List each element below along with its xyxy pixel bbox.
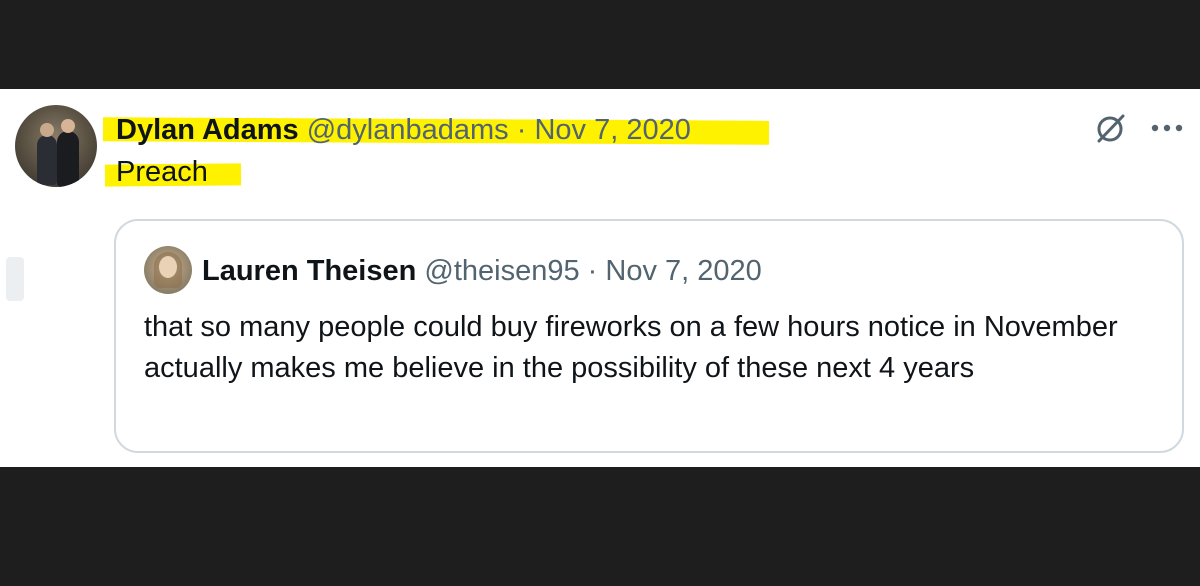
- grok-icon[interactable]: [1094, 111, 1128, 145]
- more-options-icon[interactable]: [1150, 123, 1184, 133]
- quoted-tweet-header: Lauren Theisen @theisen95 · Nov 7, 2020: [202, 254, 762, 288]
- separator-dot: ·: [516, 114, 527, 146]
- tweet-text: Preach: [116, 156, 208, 188]
- quoted-author-name[interactable]: Lauren Theisen: [202, 255, 416, 287]
- author-handle[interactable]: @dylanbadams: [307, 114, 509, 146]
- quoted-author-avatar[interactable]: [144, 246, 192, 294]
- quoted-author-handle[interactable]: @theisen95: [424, 255, 579, 287]
- author-avatar[interactable]: [15, 105, 97, 187]
- tweet-card[interactable]: Dylan Adams @dylanbadams · Nov 7, 2020 P…: [0, 89, 1200, 467]
- author-name[interactable]: Dylan Adams: [116, 114, 299, 146]
- quoted-separator-dot: ·: [587, 255, 598, 287]
- quoted-tweet-date[interactable]: Nov 7, 2020: [605, 255, 761, 287]
- quoted-tweet-text: that so many people could buy fireworks …: [144, 311, 1118, 384]
- side-tab[interactable]: [6, 257, 24, 301]
- tweet-date[interactable]: Nov 7, 2020: [534, 114, 690, 146]
- tweet-header: Dylan Adams @dylanbadams · Nov 7, 2020: [116, 113, 691, 147]
- quoted-tweet[interactable]: Lauren Theisen @theisen95 · Nov 7, 2020 …: [114, 219, 1184, 453]
